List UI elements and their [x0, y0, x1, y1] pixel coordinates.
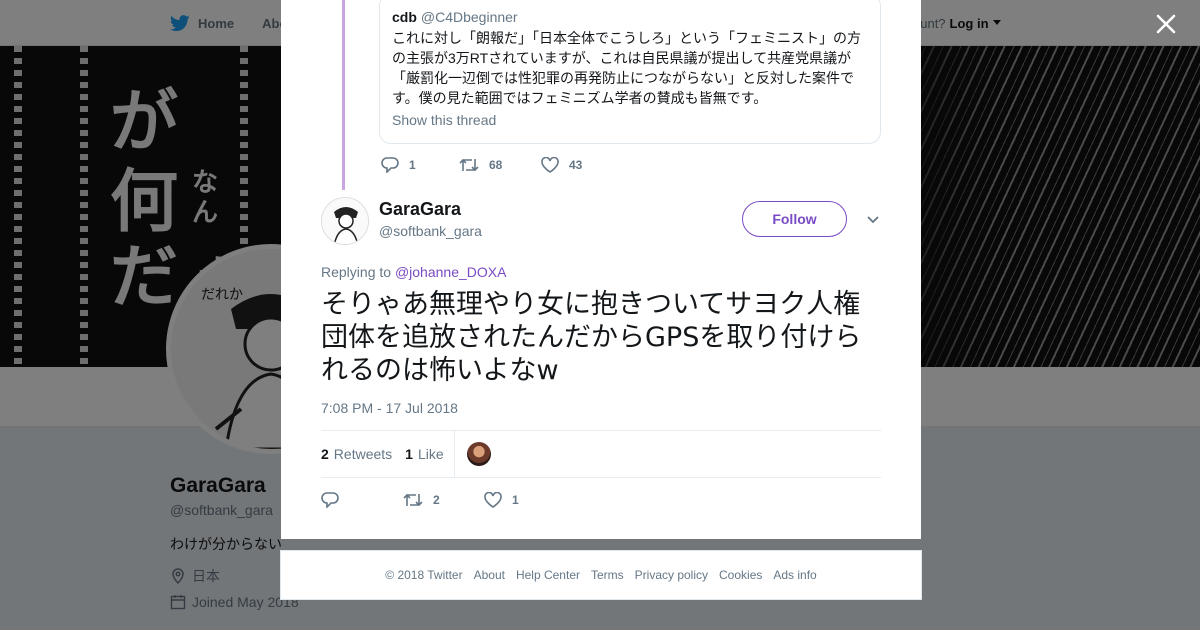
footer-link-privacy[interactable]: Privacy policy — [635, 568, 708, 582]
retweets-stat-label: Retweets — [333, 446, 393, 462]
retweet-count: 2 — [433, 493, 440, 507]
author-avatar-image — [322, 198, 368, 244]
thread-connector-line — [342, 0, 345, 190]
tweet-stats: 2 Retweets 1 Like — [321, 430, 881, 478]
retweet-icon — [403, 493, 423, 507]
show-thread-link[interactable]: Show this thread — [392, 112, 868, 128]
footer-copyright: © 2018 Twitter — [385, 568, 463, 582]
retweet-icon — [459, 158, 479, 172]
tweet-permalink-modal: cdb @C4Dbeginner これに対し「朗報だ」「日本全体でこうしろ」とい… — [281, 0, 921, 539]
quoted-author-name[interactable]: cdb — [392, 9, 417, 25]
tweet-timestamp[interactable]: 7:08 PM - 17 Jul 2018 — [321, 400, 458, 416]
author-avatar[interactable] — [321, 197, 369, 245]
footer-link-cookies[interactable]: Cookies — [719, 568, 762, 582]
quoted-author-handle[interactable]: @C4Dbeginner — [421, 9, 518, 25]
like-count: 1 — [512, 493, 519, 507]
like-action[interactable]: 43 — [541, 157, 582, 173]
quoted-tweet-header: cdb @C4Dbeginner — [392, 9, 868, 25]
likes-stat-label: Like — [417, 446, 444, 462]
chevron-down-icon[interactable] — [865, 211, 881, 227]
tweet-author: GaraGara @softbank_gara Follow — [321, 197, 881, 245]
reply-icon — [381, 157, 399, 173]
liker-avatar[interactable] — [466, 442, 491, 466]
replying-to-link[interactable]: @johanne_DOXA — [395, 264, 507, 280]
heart-icon — [541, 157, 559, 173]
likes-stat[interactable]: 1 Like — [405, 446, 443, 462]
quoted-tweet-card[interactable]: cdb @C4Dbeginner これに対し「朗報だ」「日本全体でこうしろ」とい… — [379, 0, 881, 144]
replying-to-label: Replying to — [321, 264, 392, 280]
close-icon[interactable] — [1154, 12, 1178, 36]
retweets-stat[interactable]: 2 Retweets — [321, 446, 392, 462]
reply-count: 1 — [409, 158, 416, 172]
retweet-count: 68 — [489, 158, 503, 172]
reply-action[interactable] — [321, 492, 403, 508]
likes-stat-count: 1 — [405, 446, 413, 462]
footer-link-about[interactable]: About — [474, 568, 505, 582]
like-count: 43 — [569, 158, 583, 172]
author-name[interactable]: GaraGara — [379, 199, 461, 220]
reply-action[interactable]: 1 — [381, 157, 459, 173]
replying-to: Replying to @johanne_DOXA — [321, 264, 506, 280]
heart-icon — [484, 492, 502, 508]
retweet-action[interactable]: 68 — [459, 157, 541, 173]
tweet-actions: 2 1 — [321, 490, 519, 510]
parent-tweet-actions: 1 68 43 — [381, 155, 582, 175]
like-action[interactable]: 1 — [484, 492, 519, 508]
retweet-action[interactable]: 2 — [403, 492, 484, 508]
tweet-text: そりゃあ無理やり女に抱きついてサヨク人権団体を追放されたんだからGPSを取り付け… — [321, 289, 862, 386]
modal-footer: © 2018 Twitter About Help Center Terms P… — [280, 550, 922, 600]
retweets-stat-count: 2 — [321, 446, 329, 462]
follow-button[interactable]: Follow — [742, 201, 847, 237]
quoted-tweet-text: これに対し「朗報だ」「日本全体でこうしろ」という「フェミニスト」の方の主張が3万… — [392, 30, 861, 106]
stats-divider — [453, 430, 455, 478]
reply-icon — [321, 492, 339, 508]
footer-link-help-center[interactable]: Help Center — [516, 568, 580, 582]
author-handle[interactable]: @softbank_gara — [379, 223, 482, 239]
footer-link-terms[interactable]: Terms — [591, 568, 624, 582]
footer-link-ads-info[interactable]: Ads info — [773, 568, 816, 582]
